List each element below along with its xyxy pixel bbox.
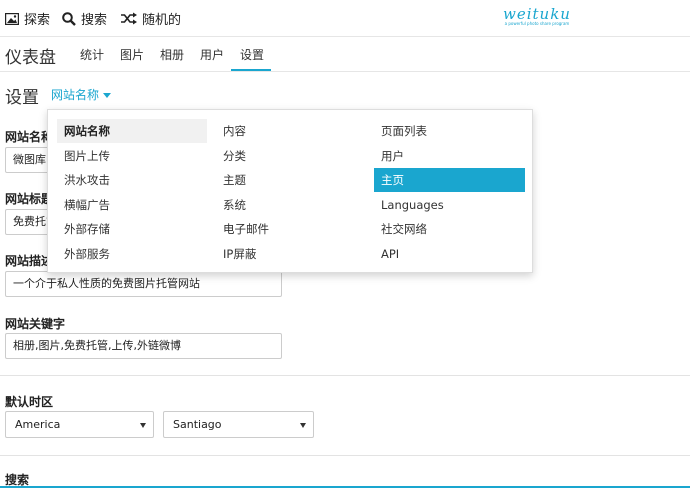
logo-tagline: a powerful photo share program [504, 21, 570, 26]
site-title-label: 网站标题 [5, 192, 54, 206]
menu-item-external-services[interactable]: 外部服务 [57, 242, 207, 266]
dashboard-bar: 仪表盘 统计 图片 相册 用户 设置 [0, 37, 690, 72]
menu-item-theme[interactable]: 主题 [216, 168, 366, 192]
site-keywords-label: 网站关键字 [5, 317, 66, 331]
top-bar: 探索 搜索 随机的 weituku a powerful photo share… [0, 0, 690, 37]
select-arrow-icon [140, 423, 146, 428]
menu-item-pages[interactable]: 页面列表 [374, 119, 525, 143]
menu-item-flood-protection[interactable]: 洪水攻击 [57, 168, 207, 192]
settings-title: 设置 [5, 88, 39, 108]
site-desc-label: 网站描述 [5, 254, 54, 268]
nav-explore[interactable]: 探索 [5, 9, 50, 28]
menu-item-banner-ads[interactable]: 横幅广告 [57, 193, 207, 217]
section-selector-label: 网站名称 [51, 88, 100, 102]
section-selector[interactable]: 网站名称 [51, 86, 112, 103]
menu-item-languages[interactable]: Languages [374, 193, 525, 217]
nav-search-label: 搜索 [81, 13, 108, 28]
menu-item-homepage[interactable]: 主页 [374, 168, 525, 192]
divider [0, 375, 690, 376]
menu-item-users[interactable]: 用户 [374, 144, 525, 168]
dashboard-title: 仪表盘 [5, 48, 56, 68]
divider [0, 455, 690, 456]
search-icon [62, 11, 76, 26]
menu-item-email[interactable]: 电子邮件 [216, 217, 366, 241]
timezone-city-value: Santiago [173, 418, 222, 431]
menu-item-external-storage[interactable]: 外部存储 [57, 217, 207, 241]
site-keywords-input[interactable]: 相册,图片,免费托管,上传,外链微博 [5, 333, 282, 359]
tab-settings[interactable]: 设置 [240, 46, 264, 63]
nav-random[interactable]: 随机的 [121, 9, 181, 28]
chevron-down-icon [103, 93, 112, 98]
tab-stats[interactable]: 统计 [80, 46, 104, 63]
menu-item-categories[interactable]: 分类 [216, 144, 366, 168]
shuffle-icon [121, 12, 137, 25]
nav-explore-label: 探索 [24, 13, 51, 28]
nav-search[interactable]: 搜索 [62, 9, 107, 28]
menu-item-content[interactable]: 内容 [216, 119, 366, 143]
tab-users[interactable]: 用户 [200, 46, 224, 63]
timezone-label: 默认时区 [5, 395, 54, 409]
tab-images[interactable]: 图片 [120, 46, 144, 63]
tab-albums[interactable]: 相册 [160, 46, 184, 63]
timezone-city-select[interactable]: Santiago [163, 411, 314, 438]
select-arrow-icon [300, 423, 306, 428]
nav-random-label: 随机的 [142, 13, 182, 28]
menu-item-site-name[interactable]: 网站名称 [57, 119, 207, 143]
site-name-label: 网站名称 [5, 130, 54, 144]
menu-item-system[interactable]: 系统 [216, 193, 366, 217]
active-tab-indicator [231, 69, 271, 71]
site-logo[interactable]: weituku a powerful photo share program [503, 5, 571, 26]
menu-item-api[interactable]: API [374, 242, 525, 266]
section-dropdown-menu: 网站名称 图片上传 洪水攻击 横幅广告 外部存储 外部服务 内容 分类 主题 系… [47, 109, 533, 273]
timezone-region-value: America [15, 418, 61, 431]
site-desc-input[interactable]: 一个介于私人性质的免费图片托管网站 [5, 271, 282, 297]
menu-item-social-networks[interactable]: 社交网络 [374, 217, 525, 241]
timezone-region-select[interactable]: America [5, 411, 154, 438]
menu-item-image-upload[interactable]: 图片上传 [57, 144, 207, 168]
image-icon [5, 12, 19, 25]
menu-item-ip-ban[interactable]: IP屏蔽 [216, 242, 366, 266]
